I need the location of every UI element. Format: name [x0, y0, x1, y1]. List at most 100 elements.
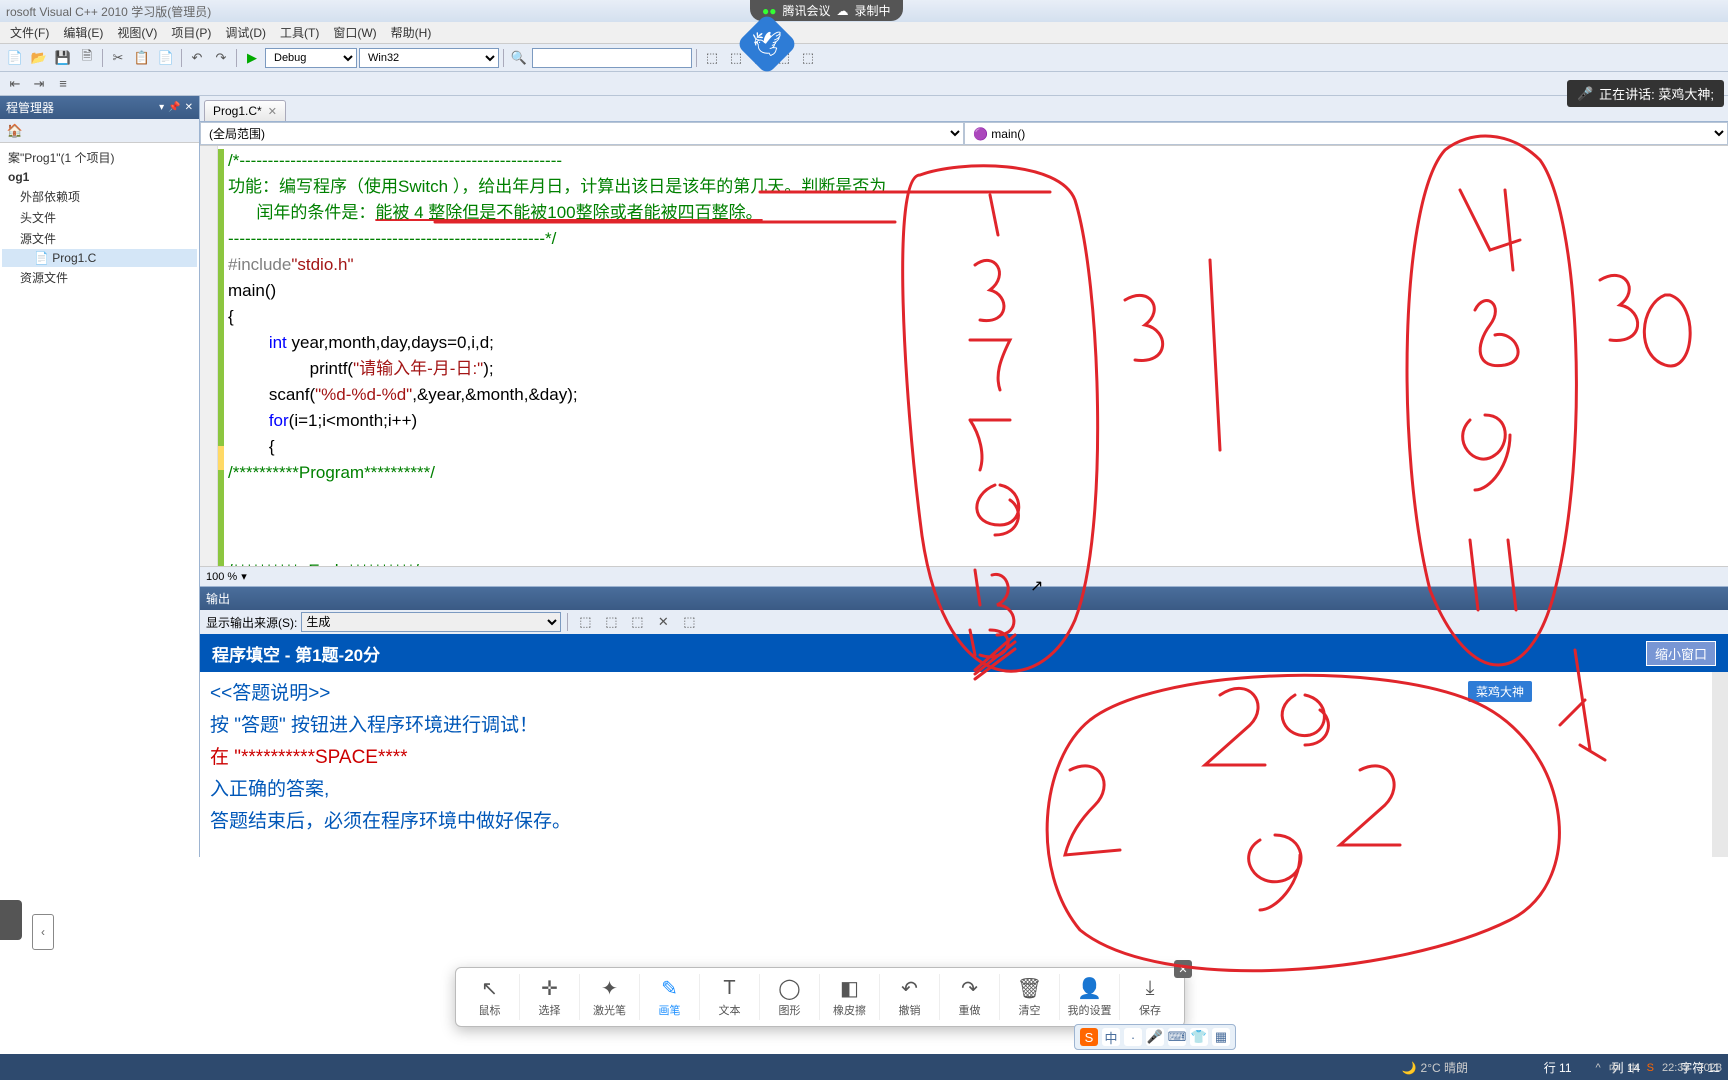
draw-画笔-button[interactable]: ✎画笔: [640, 974, 700, 1020]
tool-e-icon[interactable]: ⬚: [797, 47, 819, 69]
tree-file-prog1[interactable]: 📄 Prog1.C: [2, 249, 197, 267]
menu-view[interactable]: 视图(V): [111, 22, 163, 43]
output-source-combo[interactable]: 生成: [301, 612, 561, 632]
draw-label: 文本: [719, 1002, 741, 1018]
search-box[interactable]: [532, 48, 692, 68]
config-combo[interactable]: Debug: [265, 48, 357, 68]
cursor-arrow-icon: ↗: [1030, 576, 1043, 596]
menu-file[interactable]: 文件(F): [4, 22, 55, 43]
draw-label: 鼠标: [479, 1002, 501, 1018]
ime-kbd-icon[interactable]: ⌨: [1168, 1028, 1186, 1046]
cut-icon[interactable]: ✂: [107, 47, 129, 69]
mic-icon: 🎤: [1577, 86, 1593, 102]
ime-zh-icon[interactable]: 中: [1102, 1028, 1120, 1046]
draw-激光笔-button[interactable]: ✦激光笔: [580, 974, 640, 1020]
code-text[interactable]: /*--------------------------------------…: [228, 149, 886, 566]
tray-sogou-icon[interactable]: S: [1647, 1062, 1654, 1074]
output-btn3-icon[interactable]: ⬚: [626, 611, 648, 633]
menu-tools[interactable]: 工具(T): [274, 22, 325, 43]
editor-tab-prog1[interactable]: Prog1.C* ✕: [204, 100, 286, 121]
draw-清空-button[interactable]: 🗑清空: [1000, 974, 1060, 1020]
draw-文本-button[interactable]: T文本: [700, 974, 760, 1020]
find-icon[interactable]: 🔍: [508, 47, 530, 69]
code-editor[interactable]: /*--------------------------------------…: [200, 146, 1728, 566]
draw-我的设置-button[interactable]: 👤我的设置: [1060, 974, 1120, 1020]
home-icon[interactable]: 🏠: [4, 120, 26, 142]
exercise-line5: 答题结束后，必须在程序环境中做好保存。: [210, 806, 1718, 838]
draw-选择-button[interactable]: ✛选择: [520, 974, 580, 1020]
ime-mic-icon[interactable]: 🎤: [1146, 1028, 1164, 1046]
speaking-indicator: 🎤 正在讲话: 菜鸡大神;: [1567, 80, 1724, 107]
ime-skin-icon[interactable]: 👕: [1190, 1028, 1208, 1046]
scope-combo-right[interactable]: 🟣 main(): [964, 122, 1728, 145]
new-icon[interactable]: 📄: [4, 47, 26, 69]
tray-ime2[interactable]: 中: [1628, 1060, 1639, 1076]
tool-a-icon[interactable]: ⬚: [701, 47, 723, 69]
output-btn4-icon[interactable]: ✕: [652, 611, 674, 633]
comment-icon[interactable]: ≡: [52, 73, 74, 95]
output-btn5-icon[interactable]: ⬚: [678, 611, 700, 633]
zoom-value[interactable]: 100 %: [206, 571, 237, 583]
tree-solution[interactable]: 案"Prog1"(1 个项目): [2, 147, 197, 168]
tree-project[interactable]: og1: [2, 168, 197, 186]
menu-project[interactable]: 项目(P): [165, 22, 217, 43]
weather-text: 2°C 晴朗: [1421, 1059, 1468, 1076]
draw-重做-button[interactable]: ↷重做: [940, 974, 1000, 1020]
ime-grid-icon[interactable]: ▦: [1212, 1028, 1230, 1046]
left-strip[interactable]: [0, 900, 22, 940]
pin-icon[interactable]: 📌: [168, 102, 180, 113]
draw-label: 撤销: [899, 1002, 921, 1018]
dropdown-icon[interactable]: ▾: [159, 102, 164, 113]
saveall-icon[interactable]: 🗎: [76, 47, 98, 69]
solution-tree[interactable]: 案"Prog1"(1 个项目) og1 外部依赖项 头文件 源文件 📄 Prog…: [0, 143, 199, 857]
output-btn2-icon[interactable]: ⬚: [600, 611, 622, 633]
draw-撤销-button[interactable]: ↶撤销: [880, 974, 940, 1020]
close-icon[interactable]: ✕: [185, 102, 193, 113]
scope-combo-left[interactable]: (全局范围): [200, 122, 964, 145]
indent-right-icon[interactable]: ⇥: [28, 73, 50, 95]
zoom-dropdown-icon[interactable]: ▾: [241, 570, 247, 583]
platform-combo[interactable]: Win32: [359, 48, 499, 68]
tree-folder-headers[interactable]: 头文件: [2, 207, 197, 228]
tree-folder-source[interactable]: 源文件: [2, 228, 197, 249]
tray-up-icon[interactable]: ^: [1595, 1062, 1600, 1074]
shrink-window-button[interactable]: 缩小窗口: [1646, 641, 1716, 666]
open-icon[interactable]: 📂: [28, 47, 50, 69]
undo-icon[interactable]: ↶: [186, 47, 208, 69]
menu-help[interactable]: 帮助(H): [385, 22, 438, 43]
app-title: rosoft Visual C++ 2010 学习版(管理员): [6, 3, 211, 20]
ime-bar[interactable]: S 中 · 🎤 ⌨ 👕 ▦: [1074, 1024, 1236, 1050]
system-tray[interactable]: ^ 中 中 S 22:33 2023: [1595, 1060, 1722, 1076]
draw-鼠标-button[interactable]: ↖鼠标: [460, 974, 520, 1020]
drawbar-close-icon[interactable]: ✕: [1174, 960, 1192, 978]
copy-icon[interactable]: 📋: [131, 47, 153, 69]
save-icon[interactable]: 💾: [52, 47, 74, 69]
draw-label: 画笔: [659, 1002, 681, 1018]
menu-window[interactable]: 窗口(W): [327, 22, 382, 43]
output-btn1-icon[interactable]: ⬚: [574, 611, 596, 633]
toolbar-secondary: ⇤ ⇥ ≡: [0, 72, 1728, 96]
draw-label: 激光笔: [593, 1002, 626, 1018]
paste-icon[interactable]: 📄: [155, 47, 177, 69]
tab-close-icon[interactable]: ✕: [268, 105, 277, 118]
tree-folder-resource[interactable]: 资源文件: [2, 267, 197, 288]
exercise-panel: 程序填空 - 第1题-20分 缩小窗口 <<答题说明>> 按 "答题" 按钮进入…: [200, 634, 1728, 857]
menu-edit[interactable]: 编辑(E): [57, 22, 109, 43]
weather-widget[interactable]: 🌙 2°C 晴朗: [1402, 1059, 1468, 1076]
indent-left-icon[interactable]: ⇤: [4, 73, 26, 95]
output-source-label: 显示输出来源(S):: [206, 614, 297, 631]
editor-tabstrip: Prog1.C* ✕: [200, 96, 1728, 122]
draw-图形-button[interactable]: ◯图形: [760, 974, 820, 1020]
draw-橡皮擦-button[interactable]: ◧橡皮擦: [820, 974, 880, 1020]
ime-s-icon[interactable]: S: [1080, 1028, 1098, 1046]
redo-icon[interactable]: ↷: [210, 47, 232, 69]
tray-ime[interactable]: 中: [1609, 1060, 1620, 1076]
exercise-scrollbar[interactable]: [1712, 672, 1728, 857]
menu-debug[interactable]: 调试(D): [219, 22, 272, 43]
tree-folder-external[interactable]: 外部依赖项: [2, 186, 197, 207]
draw-保存-button[interactable]: ⤓保存: [1120, 974, 1180, 1020]
start-debug-icon[interactable]: ▶: [241, 47, 263, 69]
main-area: 程管理器 ▾ 📌 ✕ 🏠 案"Prog1"(1 个项目) og1 外部依赖项 头…: [0, 96, 1728, 857]
ime-punct-icon[interactable]: ·: [1124, 1028, 1142, 1046]
left-chevron-button[interactable]: ‹: [32, 914, 54, 950]
